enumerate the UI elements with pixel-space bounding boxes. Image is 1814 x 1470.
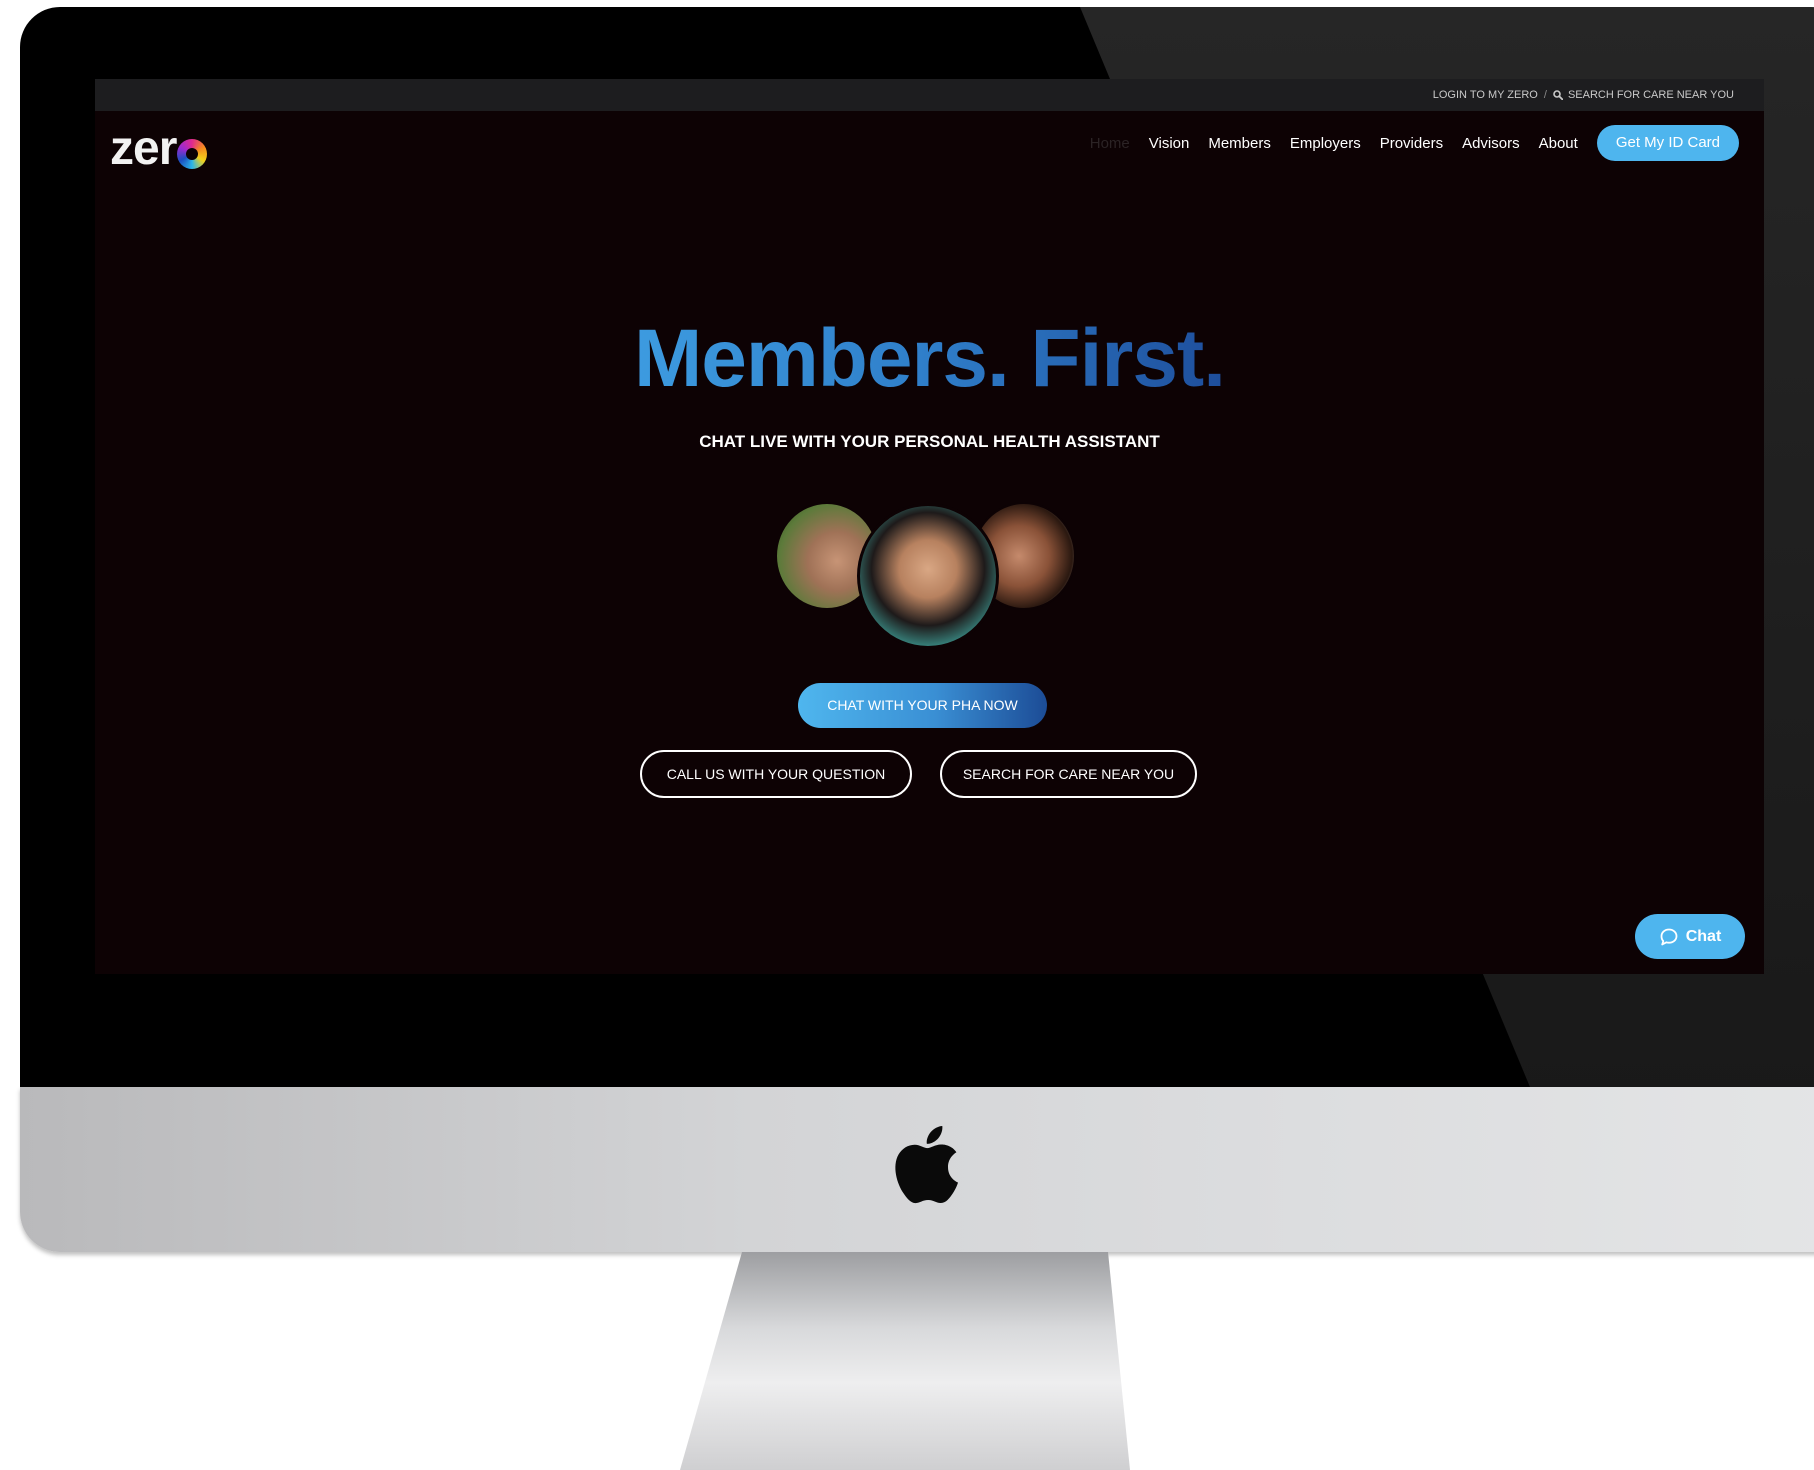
search-icon: [1553, 90, 1563, 100]
imac-stand: [680, 1252, 1130, 1470]
nav-home[interactable]: Home: [1090, 135, 1130, 152]
main-nav: Home Vision Members Employers Providers …: [1071, 125, 1739, 161]
hero-title-text: Members. First.: [633, 313, 1226, 404]
search-care-label: SEARCH FOR CARE NEAR YOU: [1567, 89, 1734, 101]
chat-label: Chat: [1685, 927, 1722, 945]
nav-vision[interactable]: Vision: [1149, 135, 1190, 152]
nav-advisors[interactable]: Advisors: [1462, 135, 1520, 152]
call-us-button[interactable]: CALL US WITH YOUR QUESTION: [640, 750, 912, 798]
get-id-card-button[interactable]: Get My ID Card: [1596, 125, 1739, 161]
chat-widget-button[interactable]: Chat: [1635, 914, 1745, 959]
chat-bubble-icon: [1660, 928, 1678, 945]
logo-ring-icon: [177, 138, 208, 169]
avatar: [857, 503, 999, 649]
utility-bar: LOGIN TO MY ZERO / SEARCH FOR CARE NEAR …: [95, 79, 1764, 111]
search-care-button[interactable]: SEARCH FOR CARE NEAR YOU: [940, 750, 1197, 798]
logo-text: zer: [110, 122, 177, 175]
nav-providers[interactable]: Providers: [1380, 135, 1443, 152]
pha-avatars: [775, 502, 1076, 649]
hero-subtitle: CHAT LIVE WITH YOUR PERSONAL HEALTH ASSI…: [699, 432, 1160, 451]
apple-logo-icon: [895, 1126, 958, 1204]
utility-separator: /: [1543, 89, 1547, 101]
search-care-link[interactable]: SEARCH FOR CARE NEAR YOU: [1553, 89, 1734, 101]
hero-title: Members. First.: [95, 312, 1764, 406]
website-screen: LOGIN TO MY ZERO / SEARCH FOR CARE NEAR …: [95, 79, 1764, 974]
chat-with-pha-button[interactable]: CHAT WITH YOUR PHA NOW: [798, 683, 1047, 728]
login-link[interactable]: LOGIN TO MY ZERO: [1433, 89, 1538, 101]
nav-members[interactable]: Members: [1208, 135, 1271, 152]
zero-logo[interactable]: zer: [110, 121, 208, 176]
nav-employers[interactable]: Employers: [1290, 135, 1361, 152]
nav-about[interactable]: About: [1539, 135, 1578, 152]
